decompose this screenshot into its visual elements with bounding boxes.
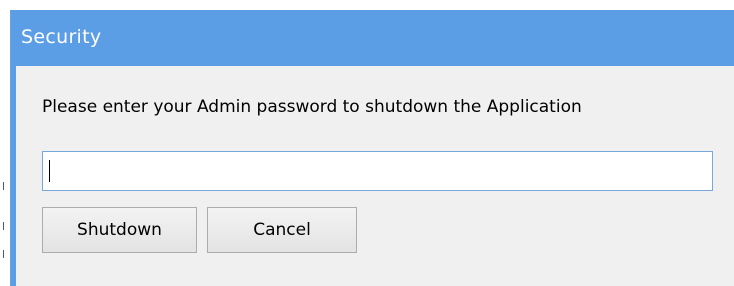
admin-password-input[interactable] [42, 151, 713, 191]
dialog-titlebar[interactable]: Security [11, 10, 734, 66]
password-prompt-label: Please enter your Admin password to shut… [42, 97, 582, 117]
shutdown-button[interactable]: Shutdown [42, 207, 197, 253]
dialog-frame-left [11, 66, 16, 286]
text-caret [49, 160, 50, 182]
cancel-button[interactable]: Cancel [207, 207, 357, 253]
background-window-edge [0, 0, 734, 10]
dialog-title: Security [21, 26, 102, 48]
background-window-left-edge [0, 0, 10, 286]
